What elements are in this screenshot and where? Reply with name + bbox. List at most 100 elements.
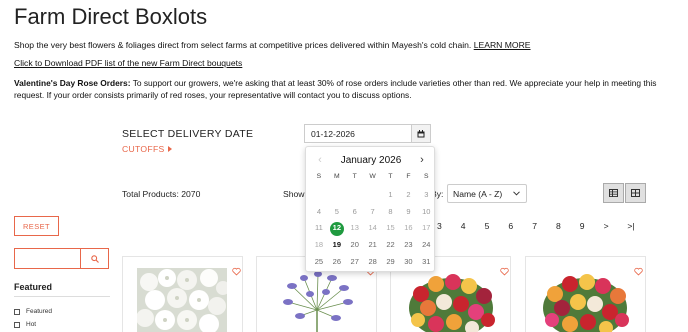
calendar-empty-cell [310,187,328,204]
weekday-label: W [369,173,376,180]
selected-day-marker: 12 [329,221,344,236]
calendar-day: 17 [422,223,431,233]
filter-option-featured[interactable]: Featured [14,308,52,315]
calendar-day: 8 [388,206,393,216]
calendar-day: 18 [314,240,324,250]
white-flowers-image [137,268,227,332]
page-title: Farm Direct Boxlots [14,4,208,29]
page-link[interactable]: 4 [461,221,485,231]
calendar-day[interactable]: 19 [328,237,346,254]
hot-checkbox[interactable] [14,321,20,328]
calendar-day: 3 [424,190,429,199]
calendar-day-selected[interactable]: 12 [328,220,346,237]
calendar-day[interactable]: 22 [382,237,400,254]
weekday-label: F [406,173,411,180]
valentines-notice: Valentine's Day Rose Orders: To support … [14,77,664,101]
calendar-day: 2 [406,190,411,199]
calendar-day: 15 [386,223,395,233]
calendar-day: 6 [352,206,357,216]
last-page-link[interactable]: >| [627,221,651,231]
next-page-link[interactable]: > [604,221,628,231]
calendar-day: 7 [370,206,375,216]
reset-button[interactable]: RESET [14,216,59,236]
page-link[interactable]: 5 [485,221,509,231]
grid-view-button[interactable] [625,183,646,203]
page-link[interactable]: 7 [532,221,556,231]
sort-value: Name (A - Z) [453,188,503,199]
mixed-bouquet-image [409,274,495,332]
page-link[interactable]: 8 [556,221,580,231]
date-picker-popup: ‹ January 2026 › SMTWTFS 1 2 3 4 5 6 7 8 9 10 11 12… [305,146,435,272]
calendar-day: 9 [406,206,411,216]
calendar-day: 13 [350,223,359,233]
sort-select[interactable]: Name (A - Z) [447,184,527,203]
calendar-day: 4 [316,206,322,216]
heart-icon[interactable] [232,267,241,276]
list-view-icon [609,189,618,197]
chevron-right-icon[interactable]: › [417,154,427,166]
purple-flower-image [283,271,353,332]
calendar-day[interactable]: 26 [328,254,346,271]
page-link[interactable]: 3 [437,221,461,231]
calendar-header: ‹ January 2026 › [306,152,436,168]
list-view-button[interactable] [603,183,624,203]
weekday-label: S [316,173,322,180]
calendar-day[interactable]: 25 [310,254,328,271]
calendar-day[interactable]: 20 [346,237,364,254]
chevron-left-icon[interactable]: ‹ [315,154,325,166]
calendar-day: 14 [368,223,377,233]
calendar-month-label: January 2026 [340,154,402,166]
calendar-day[interactable]: 27 [346,254,364,271]
featured-checkbox[interactable] [14,308,20,315]
heart-icon[interactable] [500,267,509,276]
page-link[interactable]: 9 [580,221,604,231]
calendar-day[interactable]: 31 [417,254,435,271]
calendar-day: 10 [422,206,431,216]
calendar-day: 5 [334,206,339,216]
calendar-empty-cell [364,187,382,204]
filter-option-label: Hot [26,321,37,328]
caret-right-icon [167,146,172,152]
featured-filter-heading: Featured [14,282,53,292]
weekday-label: M [334,173,340,180]
total-products: Total Products: 2070 [122,189,201,199]
filter-divider [14,296,110,297]
page-link[interactable]: 6 [508,221,532,231]
filter-option-label: Featured [26,308,53,315]
weekday-label: T [388,173,393,180]
mixed-bouquet-image [543,274,629,332]
search-icon [90,254,99,263]
search-input[interactable] [14,248,80,269]
calendar-day: 16 [404,223,413,233]
cutoffs-link[interactable]: CUTOFFS [122,144,172,154]
heart-icon[interactable] [634,267,643,276]
notice-label: Valentine's Day Rose Orders: [14,78,131,88]
intro-text: Shop the very best flowers & foliages di… [14,40,531,50]
calendar-day: 1 [388,190,393,199]
learn-more-link[interactable]: LEARN MORE [474,40,531,50]
search-button[interactable] [80,248,109,269]
calendar-day[interactable]: 23 [399,237,417,254]
calendar-day[interactable]: 28 [364,254,382,271]
calendar-day[interactable]: 24 [417,237,435,254]
calendar-button[interactable] [411,124,431,143]
pagination: 3 4 5 6 7 8 9 > >| [437,221,651,231]
calendar-icon [417,129,425,137]
chevron-down-icon [513,191,520,196]
grid-view-icon [631,189,640,197]
calendar-weekdays: SMTWTFS [310,173,436,180]
calendar-day[interactable]: 29 [382,254,400,271]
delivery-date-input[interactable] [304,124,411,143]
calendar-empty-cell [346,187,364,204]
intro-description: Shop the very best flowers & foliages di… [14,40,472,50]
calendar-empty-cell [328,187,346,204]
calendar-day[interactable]: 21 [364,237,382,254]
calendar-days: 1 2 3 4 5 6 7 8 9 10 11 12 13 14 15 16 17 18 19 20 21 22 23 24 2… [310,187,436,270]
pdf-download-link[interactable]: Click to Download PDF list of the new Fa… [14,58,242,68]
show-label: Show [283,189,305,199]
delivery-date-label: SELECT DELIVERY DATE [122,128,254,140]
weekday-label: S [424,173,429,180]
cutoffs-label: CUTOFFS [122,144,165,154]
calendar-day[interactable]: 30 [399,254,417,271]
filter-option-hot[interactable]: Hot [14,321,36,328]
